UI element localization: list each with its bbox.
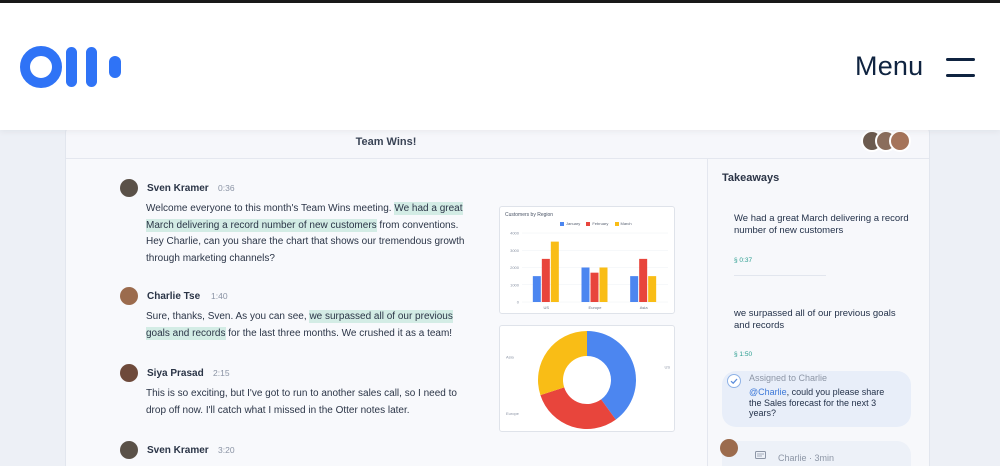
bar (541, 258, 550, 302)
slice-label: Asia (506, 354, 515, 359)
y-tick-label: 4000 (510, 231, 520, 236)
timestamp[interactable]: 3:20 (218, 445, 235, 455)
check-icon[interactable] (727, 374, 741, 388)
bar-chart: 0 1000 2000 3000 4000 US Europe Asia (510, 231, 668, 310)
bar (639, 258, 648, 302)
bar (630, 276, 639, 302)
avatar (720, 439, 738, 457)
speaker-name[interactable]: Sven Kramer (147, 183, 209, 194)
avatar (889, 130, 911, 152)
speaker-name[interactable]: Siya Prasad (147, 368, 204, 379)
x-tick-label: Europe (589, 305, 603, 310)
y-tick-label: 1000 (510, 282, 520, 287)
avatar (120, 287, 138, 305)
timestamp[interactable]: 2:15 (213, 368, 230, 378)
slice-label: US (664, 365, 670, 370)
otter-logo[interactable] (20, 43, 132, 91)
comment-icon (755, 451, 766, 463)
takeaways-title: Takeaways (722, 172, 780, 184)
bar-chart-card[interactable]: Customers by Region January February Mar… (499, 206, 675, 314)
takeaway-timestamp[interactable]: § 1:50 (734, 351, 752, 358)
transcript-message[interactable]: Sure, thanks, Sven. As you can see, we s… (146, 309, 476, 342)
bar (581, 267, 590, 302)
x-tick-label: US (544, 305, 550, 310)
menu-label[interactable]: Menu (855, 51, 923, 82)
bar (550, 241, 559, 302)
conversation-title: Team Wins! (355, 136, 417, 148)
mention-link[interactable]: @Charlie (749, 387, 787, 397)
donut-chart: US Europe Asia (506, 331, 670, 429)
transcript-panel: Sven Kramer 0:36 Welcome everyone to thi… (66, 159, 706, 466)
bar (532, 276, 541, 302)
donut-chart-card[interactable]: US Europe Asia (499, 325, 675, 432)
x-tick-label: Asia (640, 305, 649, 310)
assignment-card[interactable]: Assigned to Charlie @Charlie, could you … (722, 371, 911, 427)
avatar (120, 441, 138, 459)
donut-slice (540, 387, 616, 429)
takeaway-item[interactable]: We had a great March delivering a record… (734, 213, 914, 236)
speaker-name[interactable]: Charlie Tse (147, 291, 200, 302)
speaker-name[interactable]: Sven Kramer (147, 445, 209, 456)
slice-label: Europe (506, 411, 520, 416)
comment-card[interactable]: Charlie · 3min (720, 439, 911, 466)
divider (734, 275, 826, 276)
y-tick-label: 3000 (510, 248, 520, 253)
takeaway-item[interactable]: we surpassed all of our previous goals a… (734, 308, 914, 331)
avatar (120, 179, 138, 197)
timestamp[interactable]: 1:40 (211, 291, 228, 301)
takeaway-timestamp[interactable]: § 0:37 (734, 257, 752, 264)
assignment-text: @Charlie, could you please share the Sal… (749, 387, 885, 418)
bar (599, 267, 608, 302)
y-tick-label: 2000 (510, 265, 520, 270)
donut-slice (538, 331, 587, 396)
site-header: Menu (0, 3, 1000, 130)
y-tick-label: 0 (517, 300, 520, 305)
app-window: Team Wins! Sven Kramer 0:36 Welcome ever… (65, 122, 930, 466)
avatar (120, 364, 138, 382)
bar (648, 276, 657, 302)
transcript-message[interactable]: Welcome everyone to this month's Team Wi… (146, 201, 476, 267)
takeaways-panel: Takeaways We had a great March deliverin… (707, 159, 929, 466)
bar (590, 272, 599, 302)
transcript-message[interactable]: This is so exciting, but I've got to run… (146, 386, 476, 419)
assignment-label: Assigned to Charlie (749, 373, 828, 383)
timestamp[interactable]: 0:36 (218, 183, 235, 193)
hamburger-icon[interactable] (946, 56, 975, 78)
comment-meta: Charlie · 3min (778, 453, 835, 463)
